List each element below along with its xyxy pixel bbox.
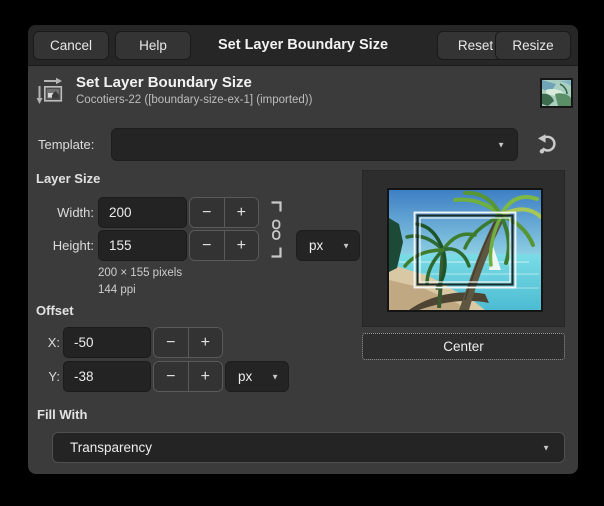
height-label: Height:	[36, 230, 94, 261]
height-input[interactable]	[98, 230, 187, 261]
template-revert-icon[interactable]	[536, 133, 560, 157]
help-button[interactable]: Help	[115, 31, 191, 60]
offset-y-label: Y:	[36, 361, 60, 392]
offset-x-decrement-button[interactable]: −	[154, 328, 188, 357]
offset-x-input[interactable]	[63, 327, 151, 358]
offset-y-stepper: − +	[153, 361, 223, 392]
set-layer-boundary-size-dialog: Cancel Help Set Layer Boundary Size Rese…	[28, 25, 578, 474]
template-label: Template:	[38, 128, 94, 161]
offset-preview-panel	[362, 170, 565, 327]
cancel-button[interactable]: Cancel	[33, 31, 109, 60]
offset-x-label: X:	[36, 327, 60, 358]
height-stepper: − +	[189, 230, 259, 261]
dimensions-note: 200 × 155 pixels	[98, 267, 182, 279]
dialog-title: Set Layer Boundary Size	[198, 25, 408, 66]
offset-unit-value: px	[238, 362, 252, 391]
broken-chain-icon[interactable]	[270, 201, 282, 258]
template-dropdown[interactable]: ▼	[111, 128, 518, 161]
layer-thumbnail	[540, 78, 573, 108]
layer-size-unit-dropdown[interactable]: px ▼	[296, 230, 360, 261]
height-increment-button[interactable]: +	[224, 231, 259, 260]
width-decrement-button[interactable]: −	[190, 198, 224, 227]
resize-layer-icon	[36, 76, 66, 106]
width-label: Width:	[36, 197, 94, 228]
chevron-down-icon: ▼	[342, 241, 350, 250]
offset-x-stepper: − +	[153, 327, 223, 358]
offset-x-increment-button[interactable]: +	[188, 328, 223, 357]
resize-button[interactable]: Resize	[495, 31, 571, 60]
width-stepper: − +	[189, 197, 259, 228]
width-input[interactable]	[98, 197, 187, 228]
fill-with-dropdown[interactable]: Transparency ▼	[52, 432, 565, 463]
fill-with-heading: Fill With	[37, 407, 87, 422]
chevron-down-icon: ▼	[271, 372, 279, 381]
center-button[interactable]: Center	[362, 333, 565, 360]
layer-size-unit-value: px	[309, 231, 323, 260]
header-title: Set Layer Boundary Size	[76, 74, 252, 91]
fill-with-selected-value: Transparency	[70, 433, 152, 462]
titlebar: Cancel Help Set Layer Boundary Size Rese…	[28, 25, 578, 66]
offset-y-increment-button[interactable]: +	[188, 362, 223, 391]
resolution-note: 144 ppi	[98, 284, 136, 296]
offset-y-input[interactable]	[63, 361, 151, 392]
offset-y-decrement-button[interactable]: −	[154, 362, 188, 391]
layer-preview-image[interactable]	[387, 188, 543, 312]
header-subtitle: Cocotiers-22 ([boundary-size-ex-1] (impo…	[76, 94, 312, 106]
height-decrement-button[interactable]: −	[190, 231, 224, 260]
chevron-down-icon: ▼	[497, 140, 505, 149]
width-increment-button[interactable]: +	[224, 198, 259, 227]
layer-size-heading: Layer Size	[36, 171, 100, 186]
offset-unit-dropdown[interactable]: px ▼	[225, 361, 289, 392]
chevron-down-icon: ▼	[542, 443, 550, 452]
offset-heading: Offset	[36, 303, 74, 318]
